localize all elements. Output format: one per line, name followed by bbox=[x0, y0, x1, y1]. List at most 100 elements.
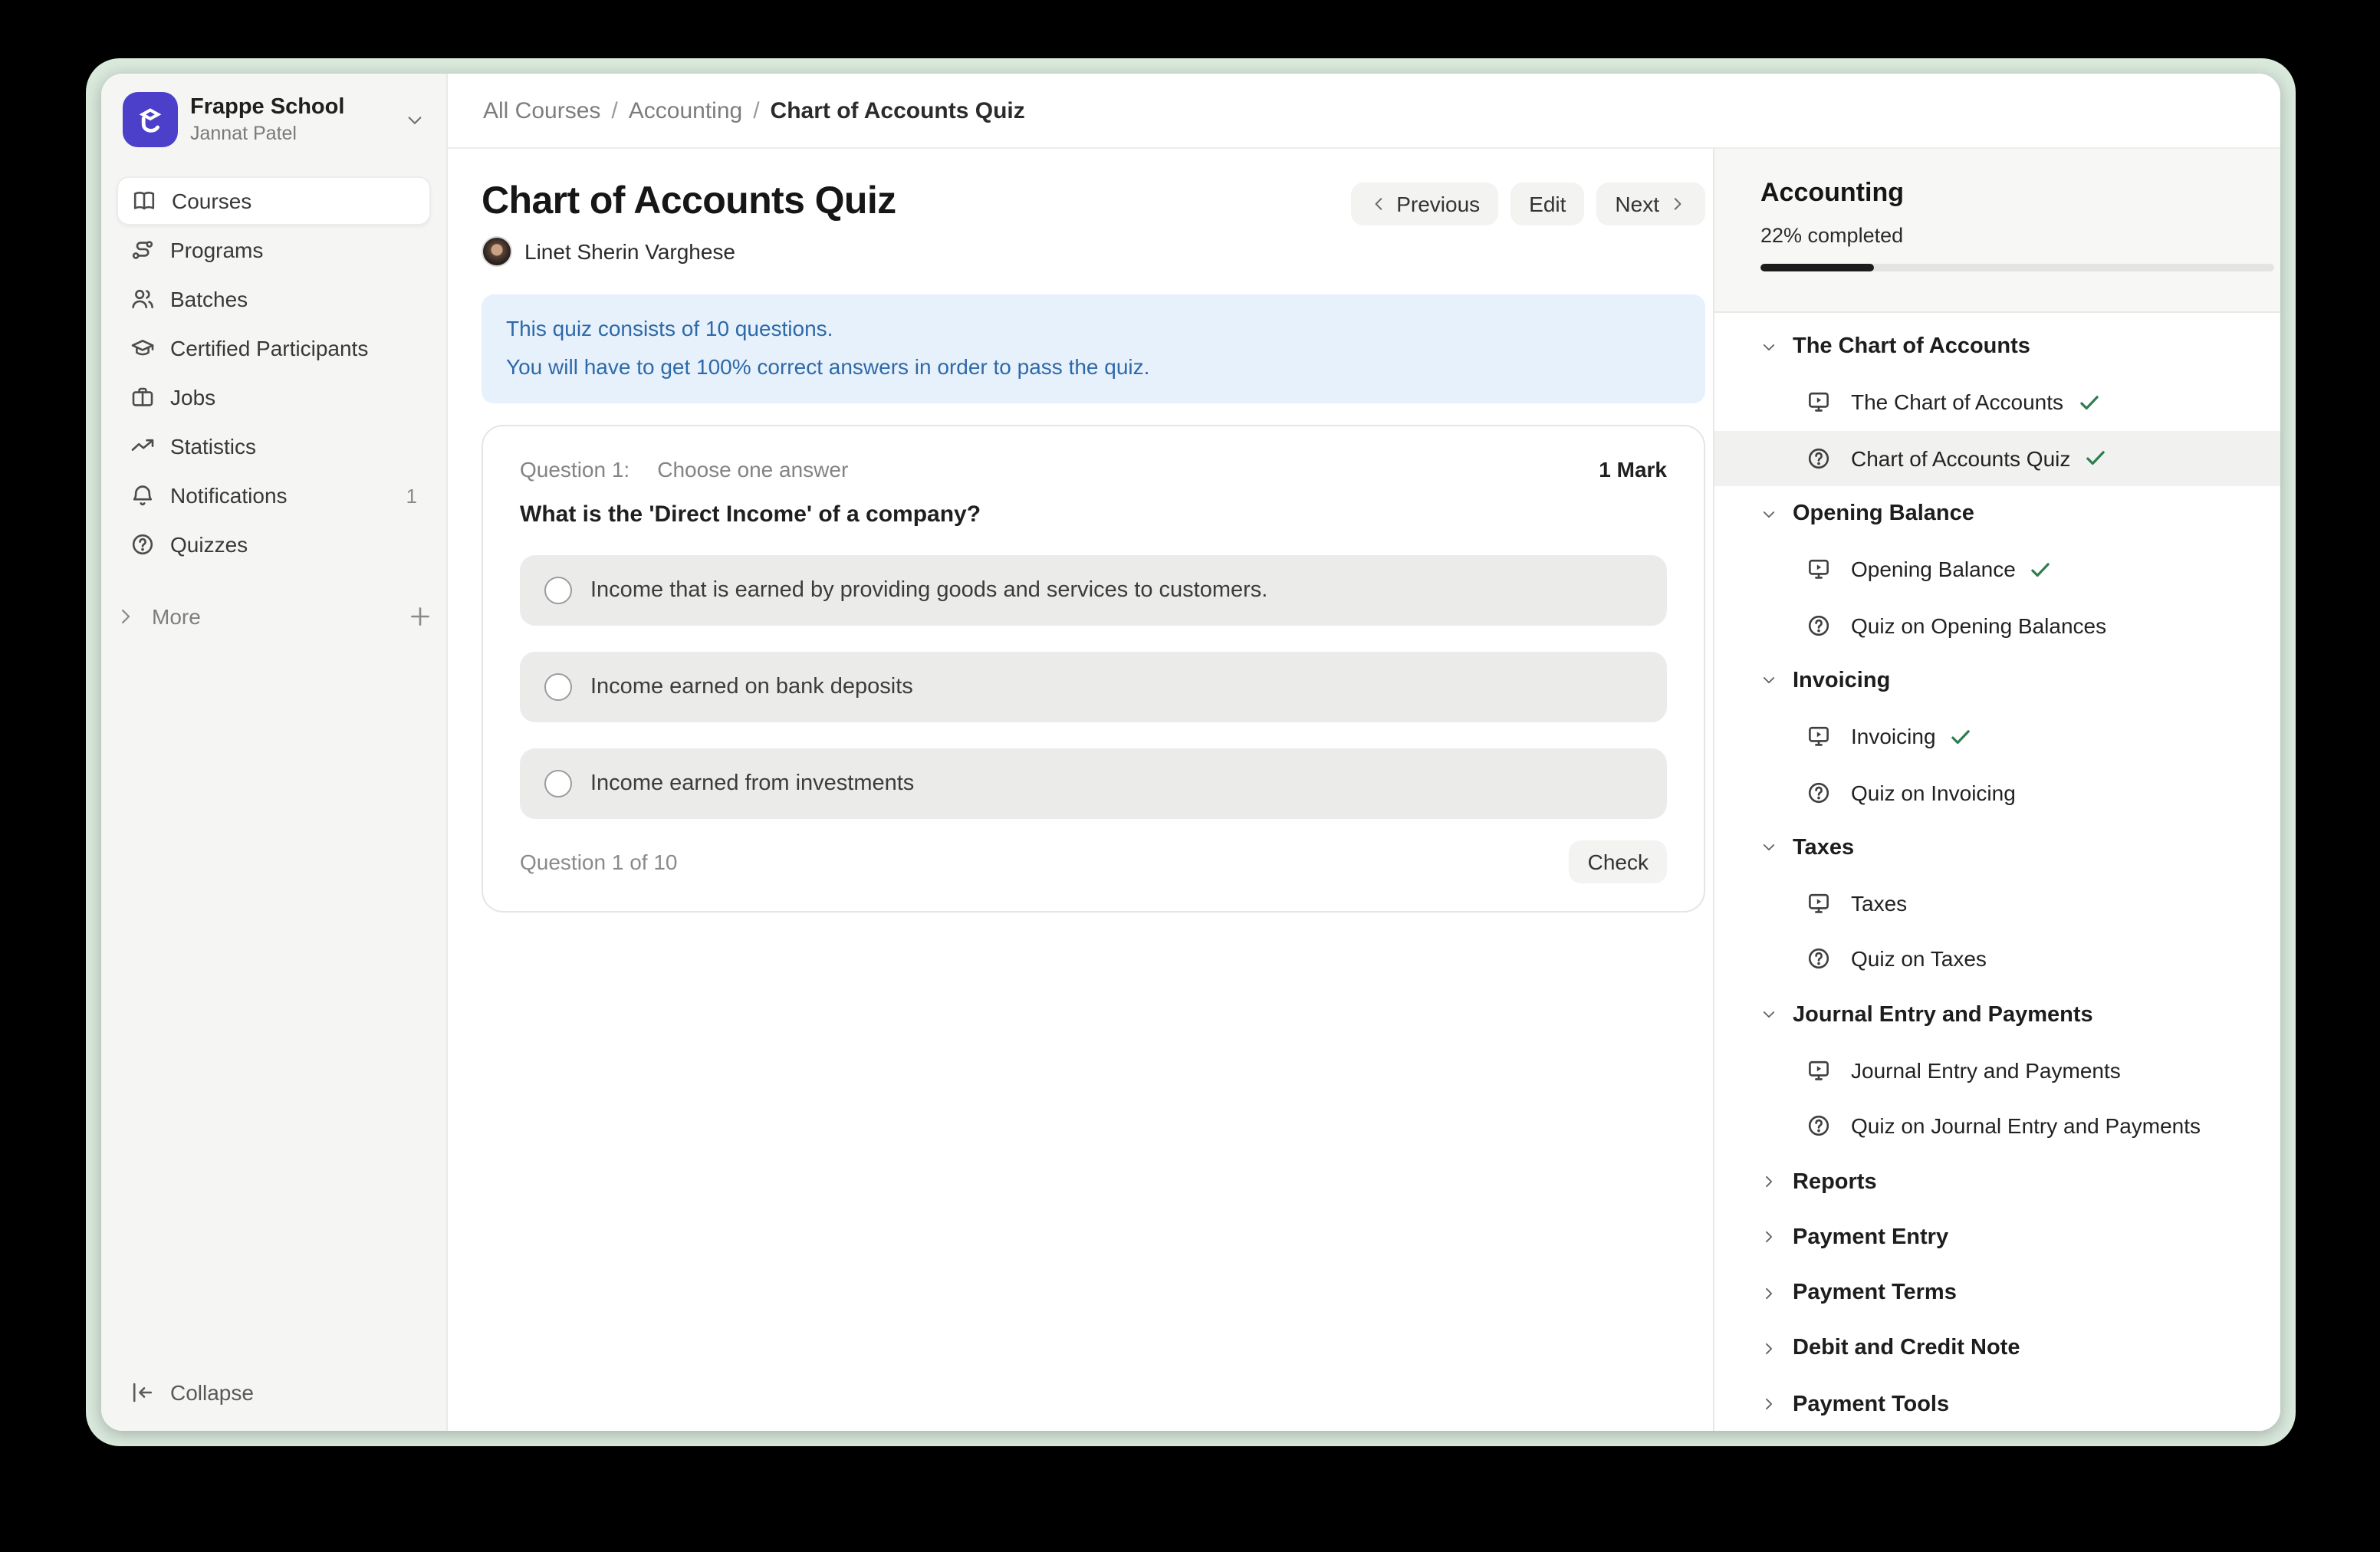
help-circle-icon bbox=[1806, 947, 1831, 972]
check-icon bbox=[2030, 558, 2053, 581]
sidebar-item-quizzes[interactable]: Quizzes bbox=[117, 520, 431, 569]
outline-chapter-reports[interactable]: Reports bbox=[1714, 1154, 2280, 1210]
chevron-down-icon bbox=[1760, 1006, 1777, 1023]
presentation-icon bbox=[1806, 557, 1831, 582]
screen: Frappe School Jannat Patel Courses Progr… bbox=[0, 0, 2380, 1552]
breadcrumb-separator: / bbox=[611, 97, 617, 123]
author-row: Linet Sherin Varghese bbox=[482, 236, 896, 267]
window-frame: Frappe School Jannat Patel Courses Progr… bbox=[86, 58, 2296, 1446]
edit-button[interactable]: Edit bbox=[1511, 182, 1584, 225]
page-title: Chart of Accounts Quiz bbox=[482, 179, 896, 222]
outline-chapter-journal-entry-and-payments[interactable]: Journal Entry and Payments bbox=[1714, 987, 2280, 1043]
notification-count: 1 bbox=[406, 484, 417, 507]
quiz-info-banner: This quiz consists of 10 questions. You … bbox=[482, 294, 1705, 403]
breadcrumb-bar: All Courses/Accounting/Chart of Accounts… bbox=[448, 74, 2280, 149]
users-icon bbox=[130, 287, 155, 311]
check-icon bbox=[1950, 725, 1973, 748]
outline-chapter-debit-and-credit-note[interactable]: Debit and Credit Note bbox=[1714, 1321, 2280, 1377]
workspace-title: Frappe School bbox=[190, 94, 393, 120]
outline-chapter-payment-terms[interactable]: Payment Terms bbox=[1714, 1265, 2280, 1321]
content-area: All Courses/Accounting/Chart of Accounts… bbox=[448, 74, 2280, 1431]
workspace-switcher[interactable]: Frappe School Jannat Patel bbox=[101, 74, 446, 147]
chevron-right-icon bbox=[1668, 195, 1687, 213]
sidebar-item-statistics[interactable]: Statistics bbox=[117, 422, 431, 471]
outline-item-quiz-on-opening-balances[interactable]: Quiz on Opening Balances bbox=[1714, 597, 2280, 653]
course-progress-label: 22% completed bbox=[1760, 224, 2271, 247]
chevron-down-icon bbox=[405, 110, 425, 130]
radio-icon[interactable] bbox=[544, 673, 572, 701]
previous-button[interactable]: Previous bbox=[1350, 182, 1498, 225]
chevron-down-icon bbox=[1760, 505, 1777, 522]
collapse-sidebar-button[interactable]: Collapse bbox=[117, 1370, 431, 1416]
outline-item-quiz-on-taxes[interactable]: Quiz on Taxes bbox=[1714, 932, 2280, 988]
sidebar-menu: Courses Programs Batches Certified Parti… bbox=[101, 176, 446, 569]
outline-item-quiz-on-invoicing[interactable]: Quiz on Invoicing bbox=[1714, 764, 2280, 820]
outline-item-invoicing[interactable]: Invoicing bbox=[1714, 709, 2280, 764]
help-circle-icon bbox=[1806, 613, 1831, 637]
quiz-option-1[interactable]: Income that is earned by providing goods… bbox=[520, 555, 1667, 626]
author-name: Linet Sherin Varghese bbox=[524, 239, 735, 264]
chevron-right-icon bbox=[1760, 1173, 1777, 1190]
question-instruction: Choose one answer bbox=[657, 457, 848, 482]
chevron-right-icon bbox=[1760, 1396, 1777, 1413]
graduation-cap-icon bbox=[130, 336, 155, 360]
course-header: Accounting 22% completed bbox=[1714, 149, 2280, 313]
sidebar-item-programs[interactable]: Programs bbox=[117, 225, 431, 275]
outline-chapter-payment-entry[interactable]: Payment Entry bbox=[1714, 1210, 2280, 1266]
quiz-card: Question 1: Choose one answer 1 Mark Wha… bbox=[482, 425, 1705, 912]
book-open-icon bbox=[132, 189, 156, 213]
chevron-left-icon bbox=[1369, 195, 1387, 213]
outline-item-journal-entry-and-payments[interactable]: Journal Entry and Payments bbox=[1714, 1043, 2280, 1099]
sidebar-item-certified-participants[interactable]: Certified Participants bbox=[117, 324, 431, 373]
next-button[interactable]: Next bbox=[1596, 182, 1705, 225]
help-circle-icon bbox=[1806, 1114, 1831, 1139]
check-button[interactable]: Check bbox=[1570, 840, 1667, 883]
app-window: Frappe School Jannat Patel Courses Progr… bbox=[101, 74, 2280, 1431]
presentation-icon bbox=[1806, 1058, 1831, 1083]
outline-item-quiz-on-journal-entry-and-payments[interactable]: Quiz on Journal Entry and Payments bbox=[1714, 1098, 2280, 1154]
check-icon bbox=[2077, 391, 2100, 414]
sidebar-item-courses[interactable]: Courses bbox=[117, 176, 431, 225]
outline-item-chart-of-accounts-quiz[interactable]: Chart of Accounts Quiz bbox=[1714, 430, 2280, 486]
radio-icon[interactable] bbox=[544, 770, 572, 797]
options-list: Income that is earned by providing goods… bbox=[520, 555, 1667, 819]
add-icon[interactable] bbox=[408, 604, 432, 629]
radio-icon[interactable] bbox=[544, 577, 572, 604]
presentation-icon bbox=[1806, 891, 1831, 916]
outline-item-the-chart-of-accounts[interactable]: The Chart of Accounts bbox=[1714, 375, 2280, 431]
collapse-icon bbox=[130, 1380, 155, 1405]
breadcrumb-accounting[interactable]: Accounting bbox=[629, 97, 742, 123]
author-avatar bbox=[482, 236, 512, 267]
question-number: Question 1: bbox=[520, 457, 630, 482]
sidebar-item-notifications[interactable]: Notifications 1 bbox=[117, 471, 431, 520]
outline-chapter-opening-balance[interactable]: Opening Balance bbox=[1714, 486, 2280, 542]
sidebar-item-batches[interactable]: Batches bbox=[117, 275, 431, 324]
outline-chapter-the-chart-of-accounts[interactable]: The Chart of Accounts bbox=[1714, 319, 2280, 375]
course-title: Accounting bbox=[1760, 178, 2271, 209]
quiz-option-3[interactable]: Income earned from investments bbox=[520, 748, 1667, 819]
chevron-down-icon bbox=[1760, 338, 1777, 355]
workspace-user: Jannat Patel bbox=[190, 120, 393, 145]
chevron-right-icon bbox=[115, 606, 136, 627]
sidebar-item-jobs[interactable]: Jobs bbox=[117, 373, 431, 422]
course-outline: The Chart of Accounts The Chart of Accou… bbox=[1714, 313, 2280, 1431]
quiz-option-2[interactable]: Income earned on bank deposits bbox=[520, 652, 1667, 722]
outline-chapter-payment-tools[interactable]: Payment Tools bbox=[1714, 1376, 2280, 1431]
outline-item-taxes[interactable]: Taxes bbox=[1714, 876, 2280, 932]
breadcrumb-all-courses[interactable]: All Courses bbox=[483, 97, 600, 123]
left-sidebar: Frappe School Jannat Patel Courses Progr… bbox=[101, 74, 448, 1431]
outline-item-opening-balance[interactable]: Opening Balance bbox=[1714, 541, 2280, 597]
bell-icon bbox=[130, 483, 155, 508]
question-progress: Question 1 of 10 bbox=[520, 850, 678, 874]
breadcrumb: All Courses/Accounting/Chart of Accounts… bbox=[483, 97, 1025, 123]
sidebar-item-more[interactable]: More bbox=[101, 594, 446, 640]
chevron-right-icon bbox=[1760, 1284, 1777, 1301]
route-icon bbox=[130, 238, 155, 262]
briefcase-icon bbox=[130, 385, 155, 409]
trending-up-icon bbox=[130, 434, 155, 459]
course-progress-fill bbox=[1760, 264, 1873, 271]
outline-chapter-taxes[interactable]: Taxes bbox=[1714, 820, 2280, 876]
chevron-down-icon bbox=[1760, 672, 1777, 689]
breadcrumb-chart-of-accounts-quiz: Chart of Accounts Quiz bbox=[771, 97, 1025, 123]
outline-chapter-invoicing[interactable]: Invoicing bbox=[1714, 653, 2280, 709]
